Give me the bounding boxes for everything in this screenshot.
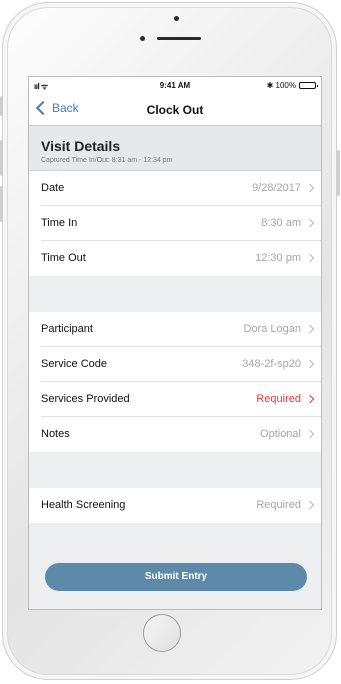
home-button[interactable] bbox=[143, 614, 181, 652]
row-label: Time In bbox=[41, 217, 78, 229]
battery-icon bbox=[299, 82, 318, 89]
chevron-right-icon bbox=[305, 429, 315, 439]
status-right: ✱ 100% bbox=[266, 81, 318, 90]
front-sensor bbox=[140, 36, 145, 41]
row-time-out[interactable]: Time Out 12:30 pm bbox=[29, 241, 321, 276]
submit-entry-button[interactable]: Submit Entry bbox=[45, 563, 307, 591]
row-notes[interactable]: Notes Optional bbox=[29, 417, 321, 452]
visit-details-subtitle: Captured Time In/Out: 8:31 am - 12:34 pm bbox=[41, 157, 173, 164]
volume-up-button bbox=[0, 140, 3, 176]
row-label: Date bbox=[41, 182, 65, 194]
row-label: Participant bbox=[41, 323, 93, 335]
volume-down-button bbox=[0, 186, 3, 222]
chevron-right-icon bbox=[305, 359, 315, 369]
navigation-bar: Back Clock Out bbox=[29, 95, 321, 126]
chevron-right-icon bbox=[305, 183, 315, 193]
row-label: Notes bbox=[41, 428, 70, 440]
chevron-right-icon bbox=[305, 324, 315, 334]
row-value: 9/28/2017 bbox=[252, 182, 301, 194]
battery-percent: ✱ 100% bbox=[266, 81, 296, 90]
row-date[interactable]: Date 9/28/2017 bbox=[29, 171, 321, 206]
section-gap bbox=[29, 452, 321, 488]
row-value: 8:30 am bbox=[261, 217, 301, 229]
section-gap bbox=[29, 276, 321, 312]
chevron-right-icon bbox=[305, 500, 315, 510]
row-label: Health Screening bbox=[41, 499, 126, 511]
chevron-right-icon bbox=[305, 218, 315, 228]
app-screen: ııl ᯤ 9:41 AM ✱ 100% Back Clock Out Visi… bbox=[28, 76, 322, 610]
row-service-code[interactable]: Service Code 348-2f-sp20 bbox=[29, 347, 321, 382]
required-status: Required bbox=[256, 393, 301, 405]
section-gap bbox=[29, 523, 321, 555]
footer: Submit Entry bbox=[29, 555, 321, 609]
row-services-provided[interactable]: Services Provided Required bbox=[29, 382, 321, 417]
status-bar: ııl ᯤ 9:41 AM ✱ 100% bbox=[29, 77, 321, 95]
page-title: Clock Out bbox=[146, 103, 204, 117]
chevron-right-icon bbox=[305, 394, 315, 404]
visit-details-header: Visit Details Captured Time In/Out: 8:31… bbox=[29, 126, 321, 171]
camera-icon bbox=[174, 16, 179, 21]
row-value: Required bbox=[256, 499, 301, 511]
row-label: Services Provided bbox=[41, 393, 130, 405]
row-time-in[interactable]: Time In 8:30 am bbox=[29, 206, 321, 241]
row-value: Dora Logan bbox=[243, 323, 302, 335]
chevron-right-icon bbox=[305, 253, 315, 263]
power-button bbox=[337, 150, 340, 196]
row-value: Optional bbox=[260, 428, 301, 440]
row-value: 348-2f-sp20 bbox=[242, 358, 301, 370]
row-value: 12:30 pm bbox=[255, 252, 301, 264]
row-label: Service Code bbox=[41, 358, 108, 370]
row-label: Time Out bbox=[41, 252, 86, 264]
row-participant[interactable]: Participant Dora Logan bbox=[29, 312, 321, 347]
visit-details-title: Visit Details bbox=[41, 138, 121, 154]
earpiece-speaker bbox=[157, 37, 201, 40]
row-health-screening[interactable]: Health Screening Required bbox=[29, 488, 321, 523]
mute-switch bbox=[0, 96, 3, 116]
